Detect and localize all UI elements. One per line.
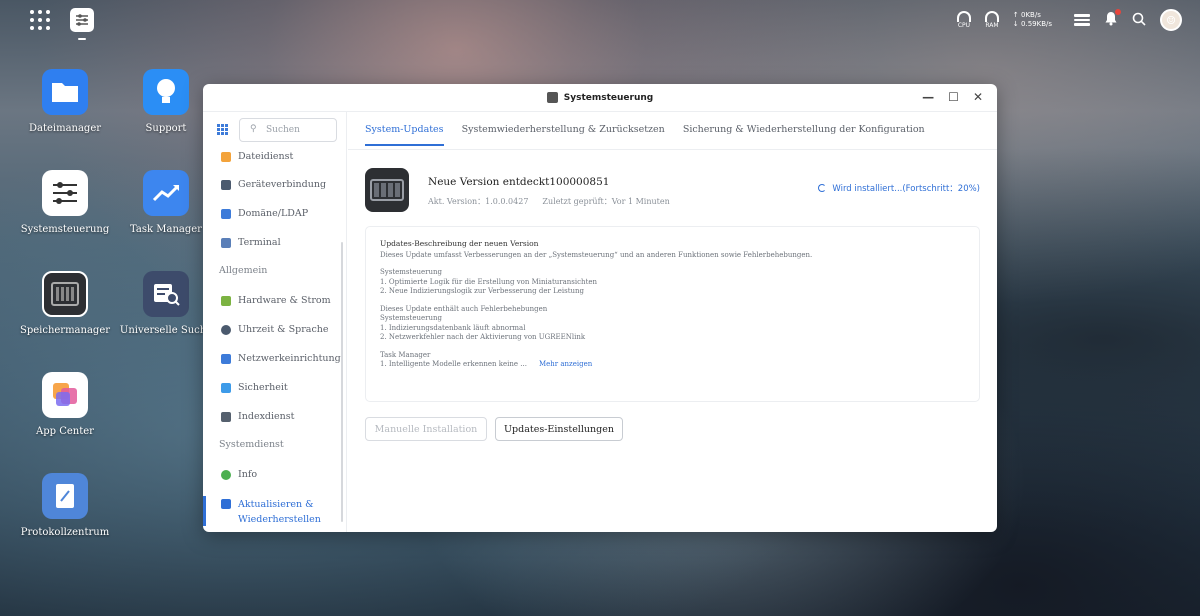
desktop-icon-universelle-suche[interactable]: Universelle Suche (116, 271, 216, 336)
network-speed: ↑ 0KB/s ↓ 0.59KB/s (1013, 11, 1052, 29)
clock-icon (221, 325, 231, 335)
sidebar-item-sicherheit[interactable]: Sicherheit (221, 381, 288, 395)
sidebar-item-info[interactable]: Info (221, 468, 257, 482)
manual-install-button[interactable]: Manuelle Installation (365, 417, 487, 441)
search-icon[interactable] (1132, 11, 1146, 30)
terminal-icon (221, 238, 231, 248)
sidebar-item-indexdienst[interactable]: Indexdienst (221, 410, 295, 424)
widgets-icon[interactable] (1074, 14, 1090, 27)
active-indicator (203, 496, 206, 526)
lightbulb-icon (143, 69, 189, 115)
description-heading: Updates-Beschreibung der neuen Version (380, 239, 539, 248)
sidebar-group-allgemein: Allgemein (219, 265, 268, 276)
desktop-icon-app-center[interactable]: App Center (15, 372, 115, 437)
shield-icon (221, 383, 231, 393)
desktop-icon-task-manager[interactable]: Task Manager (116, 170, 216, 235)
current-version: Akt. Version：1.0.0.0427 (428, 197, 529, 206)
description-intro: Dieses Update umfasst Verbesserungen an … (380, 250, 813, 259)
window-title-icon (546, 92, 558, 103)
desktop-icon-systemsteuerung[interactable]: Systemsteuerung (15, 170, 115, 235)
desktop-icon-protokollzentrum[interactable]: Protokollzentrum (15, 473, 115, 538)
search-input[interactable]: ⚲ Suchen (239, 118, 337, 142)
sliders-icon (42, 170, 88, 216)
description-block-3: Task Manager 1. Intelligente Modelle erk… (380, 350, 593, 369)
refresh-icon (221, 499, 231, 509)
tab-sicherung-konfiguration[interactable]: Sicherung & Wiederherstellung der Konfig… (683, 124, 925, 146)
sidebar-grid-icon[interactable] (217, 124, 228, 135)
domain-icon (221, 209, 231, 219)
minimize-icon[interactable]: — (922, 90, 934, 104)
sidebar-item-dateidienst[interactable]: Dateidienst (221, 150, 293, 164)
nas-icon (365, 168, 409, 212)
desktop-icon-support[interactable]: Support (116, 69, 216, 134)
folder-icon (42, 69, 88, 115)
description-block-2: Dieses Update enthält auch Fehlerbehebun… (380, 304, 586, 342)
folder-icon (221, 152, 231, 162)
tab-system-updates[interactable]: System-Updates (365, 124, 444, 146)
window-titlebar[interactable]: Systemsteuerung — ☐ ✕ (203, 84, 997, 112)
desktop-icon-speichermanager[interactable]: Speichermanager (15, 271, 115, 336)
index-icon (221, 412, 231, 422)
sidebar-item-hardware-strom[interactable]: Hardware & Strom (221, 294, 331, 308)
update-description: Updates-Beschreibung der neuen Version D… (365, 226, 980, 402)
window-title: Systemsteuerung (563, 92, 654, 103)
chart-trend-icon (143, 170, 189, 216)
notification-dot (1115, 8, 1121, 15)
search-icon: ⚲ (250, 124, 257, 134)
taskbar: CPU RAM ↑ 0KB/s ↓ 0.59KB/s ☺ (0, 0, 1200, 40)
net-upload: ↑ 0KB/s (1012, 11, 1041, 19)
app-center-icon (42, 372, 88, 418)
description-block-1: Systemsteuerung 1. Optimierte Logik für … (380, 268, 598, 295)
hardware-icon (221, 296, 231, 306)
sidebar-item-uhrzeit-sprache[interactable]: Uhrzeit & Sprache (221, 323, 329, 337)
nas-icon (42, 271, 88, 317)
show-more-link[interactable]: Mehr anzeigen (539, 360, 592, 368)
last-checked: Zuletzt geprüft：Vor 1 Minuten (542, 197, 670, 206)
sidebar-item-domaene-ldap[interactable]: Domäne/LDAP (221, 207, 308, 221)
search-doc-icon (143, 271, 189, 317)
sidebar-item-aktualisieren[interactable]: Aktualisieren & Wiederherstellen (221, 497, 321, 527)
tab-systemwiederherstellung[interactable]: Systemwiederherstellung & Zurücksetzen (462, 124, 665, 146)
desktop-icon-dateimanager[interactable]: Dateimanager (15, 69, 115, 134)
maximize-icon[interactable]: ☐ (948, 90, 959, 104)
spinner-icon (818, 184, 827, 192)
sidebar-scrollbar[interactable] (341, 242, 343, 522)
update-settings-button[interactable]: Updates-Einstellungen (495, 417, 623, 441)
log-icon (42, 473, 88, 519)
ram-gauge[interactable]: RAM (984, 11, 999, 29)
install-status: Wird installiert...(Fortschritt：20%) (818, 182, 980, 194)
taskbar-systemsteuerung-icon[interactable] (70, 8, 94, 40)
update-title: Neue Version entdeckt100000851 (428, 176, 610, 188)
sidebar-group-systemdienst: Systemdienst (219, 439, 284, 450)
sidebar-item-terminal[interactable]: Terminal (221, 236, 281, 250)
tab-bar: System-Updates Systemwiederherstellung &… (365, 124, 925, 146)
sidebar-item-netzwerkeinrichtung[interactable]: Netzwerkeinrichtung (221, 352, 341, 366)
device-icon (221, 180, 231, 190)
info-icon (221, 470, 231, 480)
user-avatar[interactable]: ☺ (1160, 9, 1182, 31)
net-download: ↓ 0.59KB/s (1012, 20, 1052, 28)
notification-bell-icon[interactable] (1104, 8, 1121, 30)
sidebar: ⚲ Suchen Dateidienst Geräteverbindung Do… (203, 112, 347, 532)
systemsteuerung-window: Systemsteuerung — ☐ ✕ ⚲ Suchen Dateidien… (203, 84, 997, 532)
app-launcher-icon[interactable] (28, 8, 52, 32)
cpu-gauge[interactable]: CPU (956, 11, 971, 29)
tab-divider (348, 149, 997, 150)
network-icon (221, 354, 231, 364)
sidebar-item-geraeteverbindung[interactable]: Geräteverbindung (221, 178, 326, 192)
close-icon[interactable]: ✕ (973, 90, 983, 104)
main-content: System-Updates Systemwiederherstellung &… (348, 112, 997, 532)
